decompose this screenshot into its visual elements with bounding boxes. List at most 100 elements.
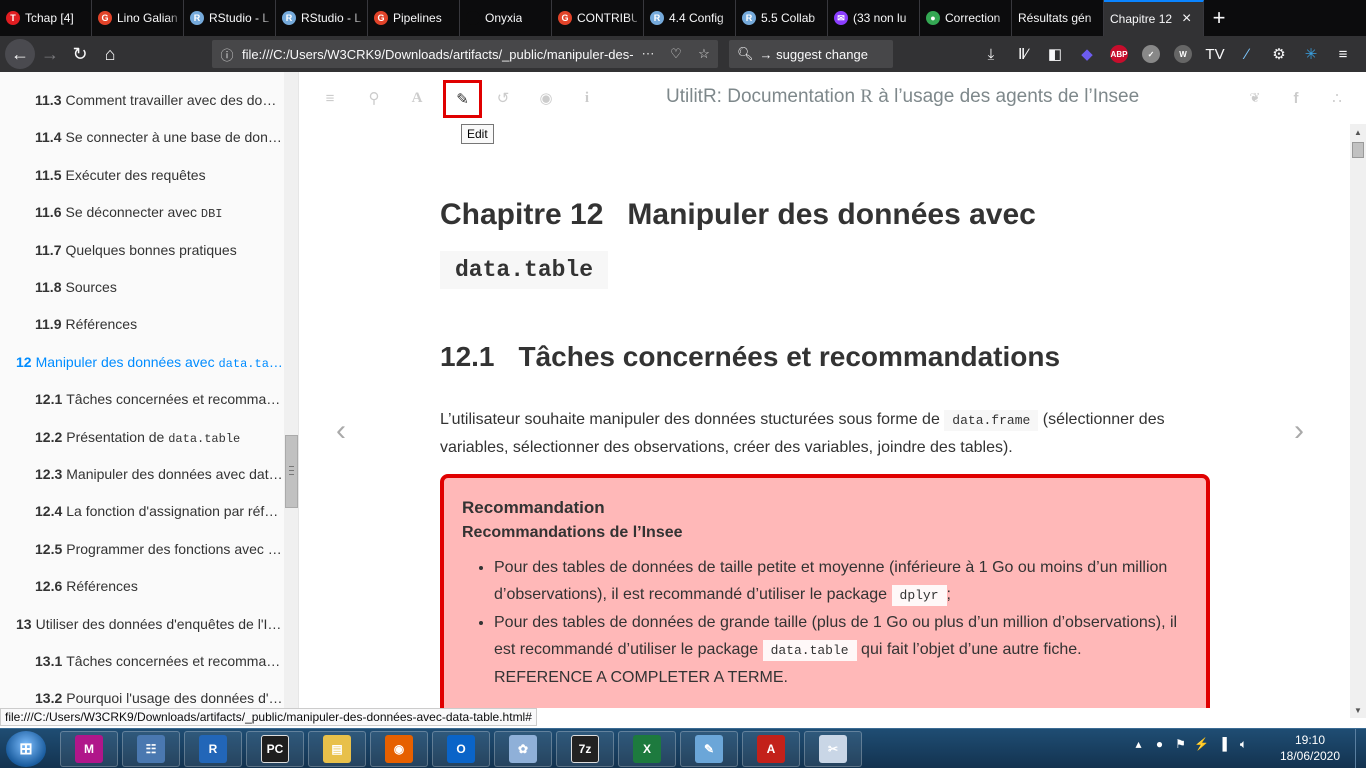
pen-icon[interactable]: ∕ bbox=[1231, 42, 1263, 66]
browser-tab[interactable]: G Lino Galiana bbox=[92, 0, 184, 36]
show-desktop-button[interactable] bbox=[1355, 729, 1366, 768]
url-bar[interactable]: ⓘ file:///C:/Users/W3CRK9/Downloads/arti… bbox=[212, 40, 718, 68]
sidebar-item-13-1[interactable]: 13.1Tâches concernées et recommandations bbox=[0, 643, 284, 680]
browser-tab[interactable]: Onyxia bbox=[460, 0, 552, 36]
download-icon[interactable]: ⤓ bbox=[975, 42, 1007, 66]
rec2-code: data.table bbox=[762, 640, 857, 661]
browser-tab[interactable]: ✉ (33 non lu bbox=[828, 0, 920, 36]
sidebar-item-12-2[interactable]: 12.2 Présentation de data.table bbox=[0, 419, 284, 456]
taskbar-app-button[interactable]: ☷ bbox=[122, 731, 180, 767]
taskbar-app-button[interactable]: X bbox=[618, 731, 676, 767]
sidebar-item-12-4[interactable]: 12.4 La fonction d'assignation par référe… bbox=[0, 493, 284, 530]
extension-icon[interactable]: ◆ bbox=[1071, 42, 1103, 66]
eye-icon[interactable]: ◉ bbox=[535, 87, 557, 109]
reload-button[interactable]: ↻ bbox=[65, 39, 95, 69]
volume-icon[interactable]: 🔈︎ bbox=[1233, 737, 1254, 752]
sidebar-item-12[interactable]: 12 Manipuler des données avec data.table bbox=[0, 344, 284, 381]
sidebar-scrollbar[interactable] bbox=[284, 72, 298, 708]
browser-tab[interactable]: T Tchap [4] bbox=[0, 0, 92, 36]
browser-tab[interactable]: Chapitre 12 × bbox=[1104, 0, 1204, 36]
browser-tab[interactable]: ● Correction bbox=[920, 0, 1012, 36]
taskbar-app-button[interactable]: M bbox=[60, 731, 118, 767]
search-text[interactable]: → suggest change bbox=[754, 47, 893, 62]
adblock-icon[interactable]: ABP bbox=[1103, 42, 1135, 66]
sidebar-item-11-5[interactable]: 11.5 Exécuter des requêtes bbox=[0, 157, 284, 194]
home-button[interactable]: ⌂ bbox=[95, 39, 125, 69]
sidebar-item-11-8[interactable]: 11.8 Sources bbox=[0, 269, 284, 306]
library-icon[interactable]: Ⅱ∕ bbox=[1007, 42, 1039, 66]
clock[interactable]: 19:10 18/06/2020 bbox=[1278, 732, 1342, 764]
sidebar-item-12-3[interactable]: 12.3Manipuler des données avec data.tabl… bbox=[0, 456, 284, 493]
previous-page-icon[interactable]: ‹ bbox=[336, 414, 346, 448]
twitter-icon[interactable]: ❦ bbox=[1244, 87, 1266, 109]
edit-button[interactable]: ✎ bbox=[443, 80, 482, 118]
sidebar-item-12-1[interactable]: 12.1Tâches concernées et recommandations bbox=[0, 381, 284, 418]
browser-tab[interactable]: R RStudio - Le bbox=[276, 0, 368, 36]
taskbar-app-button[interactable]: ✿ bbox=[494, 731, 552, 767]
toc-label: Quelques bonnes pratiques bbox=[65, 241, 237, 258]
toc-label: Programmer des fonctions avec data.table bbox=[66, 540, 284, 557]
history-icon[interactable]: ↺ bbox=[492, 87, 514, 109]
tray-expand-icon[interactable]: ▴ bbox=[1128, 737, 1149, 752]
action-center-icon[interactable]: ⚑ bbox=[1170, 737, 1191, 752]
sidebar-item-11-3[interactable]: 11.3Comment travailler avec des données … bbox=[0, 82, 284, 119]
scroll-down-icon[interactable]: ▼ bbox=[1350, 702, 1366, 718]
bookmark-star-icon[interactable]: ☆ bbox=[690, 46, 718, 62]
tab-label: CONTRIBU bbox=[577, 11, 637, 25]
taskbar-app-button[interactable]: ✎ bbox=[680, 731, 738, 767]
url-text[interactable]: file:///C:/Users/W3CRK9/Downloads/artifa… bbox=[242, 47, 634, 62]
menu-icon[interactable]: ≡ bbox=[319, 87, 341, 109]
sidebar-item-11-7[interactable]: 11.7 Quelques bonnes pratiques bbox=[0, 232, 284, 269]
check-icon[interactable]: ✓ bbox=[1135, 42, 1167, 66]
taskbar-app-button[interactable]: A bbox=[742, 731, 800, 767]
sidebar-item-13[interactable]: 13 Utiliser des données d'enquêtes de l'I… bbox=[0, 606, 284, 643]
share-icon[interactable]: ∴ bbox=[1326, 87, 1348, 109]
taskbar-app-button[interactable]: R bbox=[184, 731, 242, 767]
taskbar-app-button[interactable]: PC bbox=[246, 731, 304, 767]
close-tab-icon[interactable]: × bbox=[1182, 10, 1191, 28]
sidebar-item-11-9[interactable]: 11.9 Références bbox=[0, 306, 284, 343]
taskbar-app-button[interactable]: 7z bbox=[556, 731, 614, 767]
network-signal-icon[interactable]: ▐ bbox=[1212, 737, 1233, 752]
scroll-up-icon[interactable]: ▲ bbox=[1350, 124, 1366, 140]
taskbar-app-button[interactable]: ✂ bbox=[804, 731, 862, 767]
info-icon[interactable]: ⓘ bbox=[212, 45, 242, 64]
sidebar-item-13-2[interactable]: 13.2Pourquoi l'usage des données d'enquê… bbox=[0, 680, 284, 708]
gear-icon[interactable]: ⚙ bbox=[1263, 42, 1295, 66]
new-tab-button[interactable]: + bbox=[1204, 0, 1234, 36]
sidebar-item-12-5[interactable]: 12.5Programmer des fonctions avec data.t… bbox=[0, 531, 284, 568]
back-button[interactable]: ← bbox=[5, 39, 35, 69]
taskbar-app-button[interactable]: ▤ bbox=[308, 731, 366, 767]
menu-icon[interactable]: ≡ bbox=[1327, 42, 1359, 66]
tv-icon[interactable]: TV bbox=[1199, 42, 1231, 66]
search-icon[interactable]: ⚲ bbox=[363, 87, 385, 109]
next-page-icon[interactable]: › bbox=[1294, 414, 1304, 448]
facebook-icon[interactable]: f bbox=[1285, 87, 1307, 109]
tray-app-icon[interactable]: ● bbox=[1149, 737, 1170, 752]
page-scroll-thumb[interactable] bbox=[1352, 142, 1364, 158]
browser-tab[interactable]: G CONTRIBU bbox=[552, 0, 644, 36]
info-icon[interactable]: i bbox=[576, 87, 598, 109]
search-bar[interactable]: 🔍︎ → suggest change bbox=[729, 40, 893, 68]
font-settings-icon[interactable]: A bbox=[406, 87, 428, 109]
sidebar-item-11-4[interactable]: 11.4 Se connecter à une base de données bbox=[0, 119, 284, 156]
sidebar-item-12-6[interactable]: 12.6 Références bbox=[0, 568, 284, 605]
taskbar-app-button[interactable]: ◉ bbox=[370, 731, 428, 767]
forward-button[interactable]: → bbox=[35, 39, 65, 69]
sidebar-scroll-thumb[interactable] bbox=[285, 435, 298, 508]
pocket-icon[interactable]: ♡ bbox=[662, 46, 690, 62]
browser-tab[interactable]: Résultats gén bbox=[1012, 0, 1104, 36]
browser-tab[interactable]: G Pipelines bbox=[368, 0, 460, 36]
start-button[interactable]: ⊞ bbox=[6, 731, 46, 767]
taskbar-app-button[interactable]: O bbox=[432, 731, 490, 767]
browser-tab[interactable]: R RStudio - Le bbox=[184, 0, 276, 36]
wordpress-icon[interactable]: W bbox=[1167, 42, 1199, 66]
sidebar-item-11-6[interactable]: 11.6 Se déconnecter avec DBI bbox=[0, 194, 284, 231]
power-icon[interactable]: ⚡ bbox=[1191, 737, 1212, 752]
browser-tab[interactable]: R 5.5 Collab bbox=[736, 0, 828, 36]
page-scrollbar[interactable]: ▲ ▼ bbox=[1350, 124, 1366, 718]
page-actions-icon[interactable]: ⋯ bbox=[634, 46, 662, 62]
sidebar-icon[interactable]: ◧ bbox=[1039, 42, 1071, 66]
browser-tab[interactable]: R 4.4 Config bbox=[644, 0, 736, 36]
asterisk-icon[interactable]: ✳ bbox=[1295, 42, 1327, 66]
